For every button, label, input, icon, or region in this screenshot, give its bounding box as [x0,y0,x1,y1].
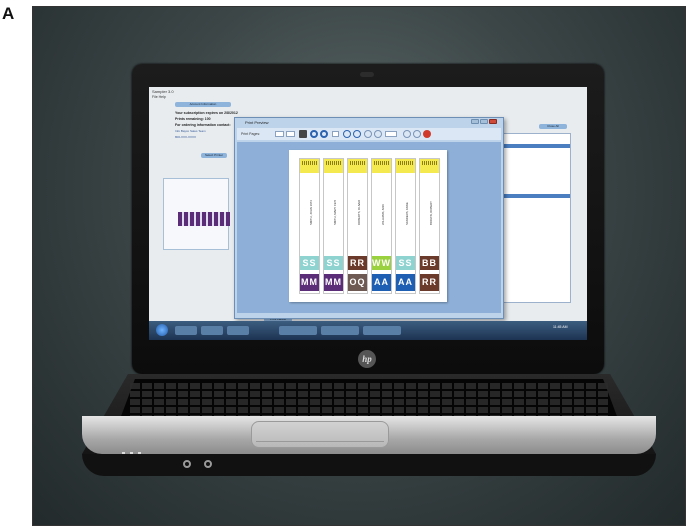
close-preview-icon[interactable] [423,130,431,138]
color-code-bottom: RR [420,274,439,291]
webcam-icon [360,72,374,77]
maximize-icon[interactable] [480,119,488,124]
right-panel-divider [498,194,570,198]
background-label-thumbnails [178,212,230,226]
label-header [348,159,367,173]
color-code-top: RR [348,256,367,270]
label-column: WILLIAMS, ANN WW AA [371,158,392,294]
last-page-icon[interactable] [353,130,361,138]
status-led [122,452,125,454]
next-page-icon[interactable] [343,130,351,138]
first-page-icon[interactable] [310,130,318,138]
color-code-top: SS [396,256,415,270]
minimize-icon[interactable] [471,119,479,124]
printer-icon[interactable] [299,130,307,138]
taskbar-item-media[interactable] [227,326,249,335]
barcode-icon [302,161,317,165]
color-code-bottom: AA [396,274,415,291]
status-led [138,452,141,454]
taskbar-item-ie[interactable] [175,326,197,335]
contact-line-1[interactable]: Info Bayco Sales Team [175,129,206,133]
prints-remaining-line: Prints remaining: 100 [175,117,211,121]
label-column: SANDERS, ANNE SS AA [395,158,416,294]
taskbar-item-explorer[interactable] [201,326,223,335]
start-button[interactable] [156,324,168,336]
photo-frame: Sampler 3.0 File Help Account Informatio… [32,6,686,526]
print-preview-dialog: Print Preview Print Pages: SMITH, JOHN 1… [234,117,504,319]
color-code-bottom: AA [372,274,391,291]
page-number-field[interactable] [332,131,339,137]
close-all-button[interactable]: Close All [539,124,567,129]
barcode-icon [350,161,365,165]
label-text: BROWN, ROBERT [429,201,433,225]
label-text: WILLIAMS, ANN [381,204,385,225]
label-text: SMITH, MARY 1976 [333,199,337,225]
laptop-front-edge [82,454,656,476]
taskbar-item-preview[interactable] [321,326,359,335]
label-header [372,159,391,173]
zoom-out-icon[interactable] [364,130,372,138]
preview-area: SMITH, JOHN 1974 SS MM SMITH, MARY 1976 SS MM… [237,142,501,313]
app-title: Sampler 3.0 [152,89,174,94]
headphone-port-icon [183,460,191,468]
laptop-screen: Sampler 3.0 File Help Account Informatio… [149,87,587,340]
color-code-top: SS [300,256,319,270]
barcode-icon [326,161,341,165]
subscription-line: Your subscription expires on 2/8/2012 [175,111,238,115]
hp-logo: hp [358,350,376,368]
one-page-view-icon[interactable] [403,130,411,138]
taskbar-clock: 11:45 AM [553,325,568,329]
taskbar-item-other[interactable] [363,326,401,335]
right-panel-header [498,144,570,148]
barcode-icon [398,161,413,165]
label-header [396,159,415,173]
close-icon[interactable] [489,119,497,124]
app-menu[interactable]: File Help [152,95,166,99]
zoom-in-icon[interactable] [374,130,382,138]
label-header [300,159,319,173]
taskbar-item-sampler[interactable] [279,326,317,335]
right-panel [497,133,571,303]
label-column: ROBERTS, OLIVER RR OQ [347,158,368,294]
zoom-field[interactable] [385,131,397,137]
label-column: SMITH, MARY 1976 SS MM [323,158,344,294]
page-to-field[interactable] [286,131,295,137]
keyboard-keys [130,383,608,417]
mic-port-icon [204,460,212,468]
label-sheet: SMITH, JOHN 1974 SS MM SMITH, MARY 1976 SS MM… [289,150,447,302]
laptop-lid: Sampler 3.0 File Help Account Informatio… [132,64,604,374]
contact-line-2: 800-XXX-XXXX [175,135,197,139]
print-pages-label: Print Pages: [241,132,261,136]
touchpad [251,421,389,448]
label-text: SMITH, JOHN 1974 [309,200,313,225]
color-code-top: BB [420,256,439,270]
select-printer-button[interactable]: Select Printer [201,153,227,158]
two-page-view-icon[interactable] [413,130,421,138]
page-from-field[interactable] [275,131,284,137]
label-text: SANDERS, ANNE [405,202,409,225]
color-code-bottom: MM [324,274,343,291]
color-code-top: SS [324,256,343,270]
color-code-bottom: MM [300,274,319,291]
preview-toolbar: Print Pages: [237,128,501,140]
status-led [130,452,133,454]
touchpad-button-divider [256,441,384,442]
prev-page-icon[interactable] [320,130,328,138]
dialog-title: Print Preview [245,120,269,125]
label-header [324,159,343,173]
barcode-icon [422,161,437,165]
label-column: SMITH, JOHN 1974 SS MM [299,158,320,294]
label-text: ROBERTS, OLIVER [357,199,361,225]
color-code-top: WW [372,256,391,270]
account-info-button[interactable]: Account Information [175,102,231,107]
label-column: BROWN, ROBERT BB RR [419,158,440,294]
color-code-bottom: OQ [348,274,367,291]
ordering-line: For ordering information contact: [175,123,231,127]
label-header [420,159,439,173]
panel-label: A [2,4,15,23]
barcode-icon [374,161,389,165]
